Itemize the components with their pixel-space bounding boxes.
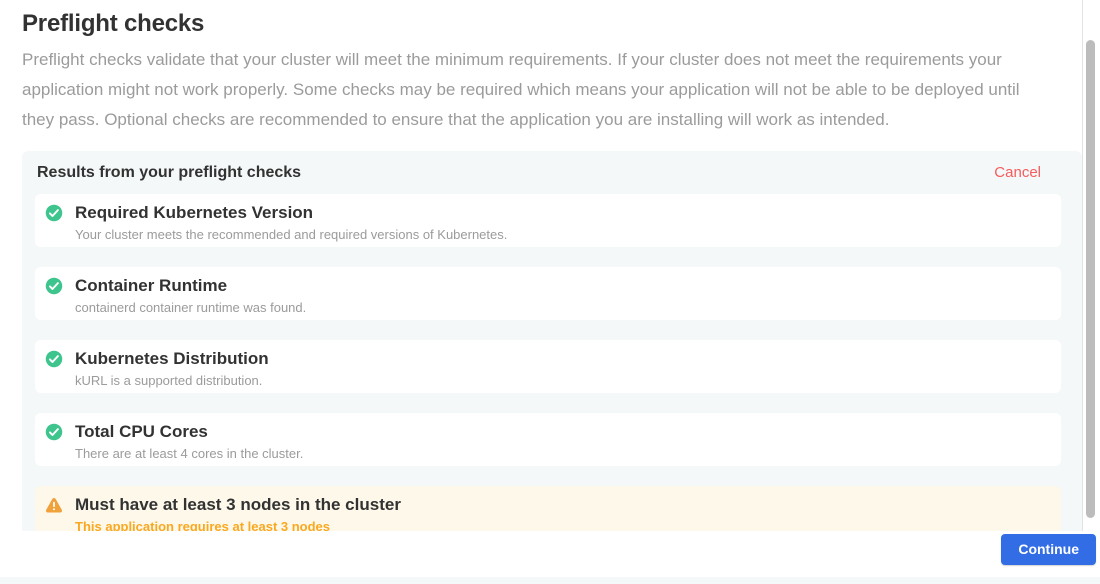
page-description: Preflight checks validate that your clus… (22, 45, 1053, 135)
check-message: Your cluster meets the recommended and r… (75, 227, 507, 242)
check-title: Must have at least 3 nodes in the cluste… (75, 495, 401, 514)
panel-header: Results from your preflight checks Cance… (22, 164, 1082, 182)
footer-bottom-strip (0, 577, 1100, 584)
page-title: Preflight checks (22, 10, 1082, 38)
preflight-check-row: Container Runtime containerd container r… (35, 267, 1061, 320)
preflight-check-row: Must have at least 3 nodes in the cluste… (35, 486, 1061, 531)
check-circle-icon (45, 350, 63, 368)
check-message: kURL is a supported distribution. (75, 373, 269, 388)
check-message: This application requires at least 3 nod… (75, 519, 401, 531)
footer-bar: Continue (0, 531, 1100, 584)
warning-triangle-icon (45, 496, 63, 514)
continue-button[interactable]: Continue (1001, 534, 1096, 565)
panel-heading: Results from your preflight checks (37, 164, 301, 182)
check-circle-icon (45, 423, 63, 441)
check-message: containerd container runtime was found. (75, 300, 306, 315)
check-circle-icon (45, 277, 63, 295)
preflight-content-area: Preflight checks Preflight checks valida… (0, 0, 1083, 531)
check-message: There are at least 4 cores in the cluste… (75, 446, 303, 461)
check-circle-icon (45, 204, 63, 222)
preflight-check-row: Total CPU Cores There are at least 4 cor… (35, 413, 1061, 466)
preflight-check-row: Required Kubernetes Version Your cluster… (35, 194, 1061, 247)
check-list: Required Kubernetes Version Your cluster… (22, 194, 1082, 531)
check-title: Kubernetes Distribution (75, 349, 269, 368)
preflight-results-panel: Results from your preflight checks Cance… (22, 151, 1082, 531)
check-title: Total CPU Cores (75, 422, 303, 441)
vertical-scrollbar-thumb[interactable] (1086, 40, 1095, 518)
cancel-link[interactable]: Cancel (994, 164, 1041, 181)
check-title: Container Runtime (75, 276, 306, 295)
preflight-check-row: Kubernetes Distribution kURL is a suppor… (35, 340, 1061, 393)
check-title: Required Kubernetes Version (75, 203, 507, 222)
